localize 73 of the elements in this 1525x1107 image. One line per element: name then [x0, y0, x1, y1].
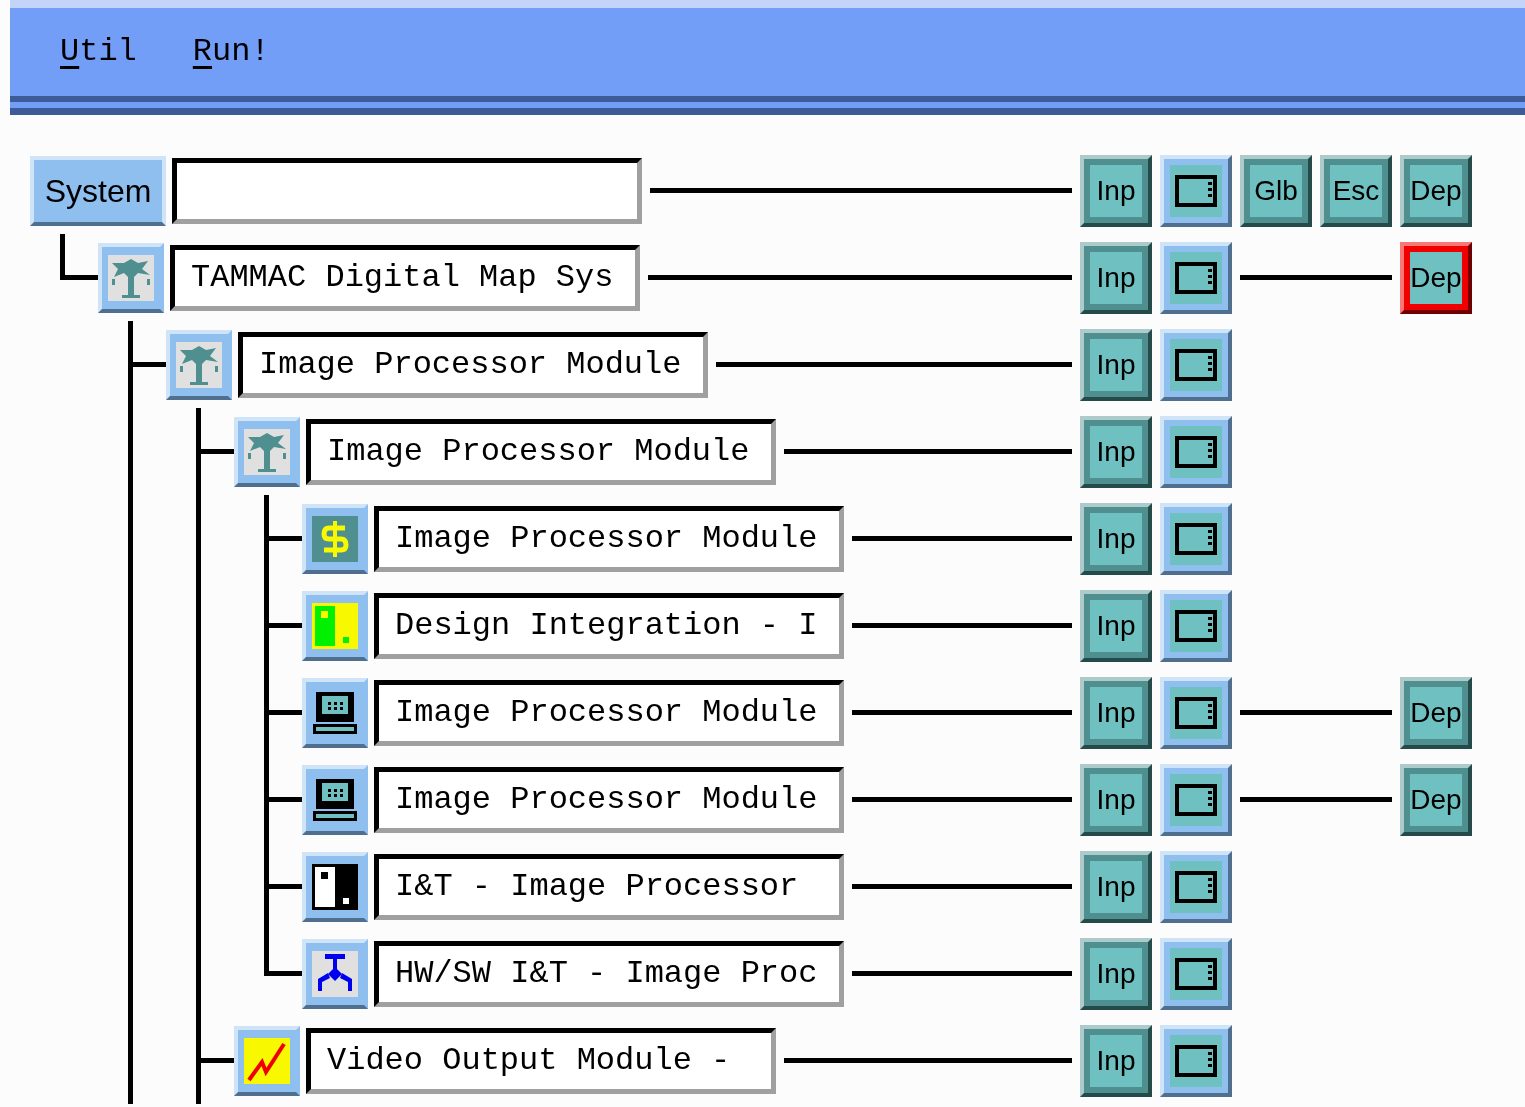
computer-icon [312, 776, 358, 823]
toolbar-button[interactable]: Inp [1080, 676, 1152, 749]
name-field[interactable]: TAMMAC Digital Map Sys [170, 244, 640, 311]
frame-icon [1175, 348, 1217, 381]
name-field[interactable]: Video Output Module - [306, 1027, 776, 1094]
palm-tree-icon [244, 428, 290, 475]
toolbar-button[interactable]: Inp [1080, 154, 1152, 227]
computer-icon [312, 689, 358, 736]
menu-item[interactable]: Util [60, 36, 137, 68]
frame-icon [1175, 870, 1217, 903]
name-field[interactable]: Image Processor Module [306, 418, 776, 485]
menu-item[interactable]: Run! [192, 36, 270, 68]
toolbar-button[interactable]: Inp [1080, 850, 1152, 923]
frame-button[interactable] [1160, 850, 1232, 923]
toolbar-button[interactable]: Dep [1400, 676, 1472, 749]
zigzag-icon [244, 1037, 290, 1084]
toolbar-button[interactable]: Inp [1080, 1024, 1152, 1097]
toolbar-button[interactable]: Glb [1240, 154, 1312, 227]
node-icon-button[interactable] [234, 1025, 300, 1096]
claw-icon [312, 950, 358, 997]
toolbar-button[interactable]: Inp [1080, 415, 1152, 488]
node-icon-button[interactable] [302, 503, 368, 574]
name-field[interactable]: Image Processor Module [374, 766, 844, 833]
dollar-icon [312, 515, 358, 562]
node-icon-button[interactable] [166, 329, 232, 400]
frame-icon [1175, 957, 1217, 990]
system-button[interactable]: System [30, 155, 166, 226]
toolbar-button[interactable]: Inp [1080, 241, 1152, 314]
name-field[interactable]: Image Processor Module [374, 505, 844, 572]
name-field[interactable]: Image Processor Module [238, 331, 708, 398]
toolbar-button[interactable]: Inp [1080, 328, 1152, 401]
node-icon-button[interactable] [302, 851, 368, 922]
frame-icon [1175, 783, 1217, 816]
frame-icon [1175, 174, 1217, 207]
name-field[interactable]: HW/SW I&T - Image Proc [374, 940, 844, 1007]
frame-button[interactable] [1160, 415, 1232, 488]
frame-icon [1175, 609, 1217, 642]
frame-button[interactable] [1160, 154, 1232, 227]
frame-button[interactable] [1160, 241, 1232, 314]
frame-button[interactable] [1160, 676, 1232, 749]
frame-icon [1175, 435, 1217, 468]
node-icon-button[interactable] [302, 590, 368, 661]
toolbar-button[interactable]: Dep [1400, 154, 1472, 227]
node-icon-button[interactable] [302, 938, 368, 1009]
palm-tree-icon [176, 341, 222, 388]
node-icon-button[interactable] [302, 764, 368, 835]
panel-icon [312, 863, 358, 910]
frame-button[interactable] [1160, 502, 1232, 575]
node-icon-button[interactable] [234, 416, 300, 487]
frame-icon [1175, 522, 1217, 555]
name-field[interactable]: Design Integration - I [374, 592, 844, 659]
toolbar-button[interactable]: Esc [1320, 154, 1392, 227]
frame-icon [1175, 696, 1217, 729]
toolbar-button[interactable]: Dep [1400, 763, 1472, 836]
toolbar-button[interactable]: Inp [1080, 763, 1152, 836]
toolbar-button[interactable]: Inp [1080, 937, 1152, 1010]
node-icon-button[interactable] [98, 242, 164, 313]
toolbar-button[interactable]: Dep [1400, 241, 1472, 314]
frame-button[interactable] [1160, 1024, 1232, 1097]
node-icon-button[interactable] [302, 677, 368, 748]
frame-button[interactable] [1160, 328, 1232, 401]
frame-button[interactable] [1160, 589, 1232, 662]
frame-button[interactable] [1160, 937, 1232, 1010]
palm-tree-icon [108, 254, 154, 301]
frame-icon [1175, 261, 1217, 294]
name-field[interactable]: Image Processor Module [374, 679, 844, 746]
frame-icon [1175, 1044, 1217, 1077]
name-field[interactable]: I&T - Image Processor [374, 853, 844, 920]
toolbar-button[interactable]: Inp [1080, 589, 1152, 662]
panel-icon [312, 602, 358, 649]
frame-button[interactable] [1160, 763, 1232, 836]
name-field[interactable] [172, 157, 642, 224]
toolbar-button[interactable]: Inp [1080, 502, 1152, 575]
